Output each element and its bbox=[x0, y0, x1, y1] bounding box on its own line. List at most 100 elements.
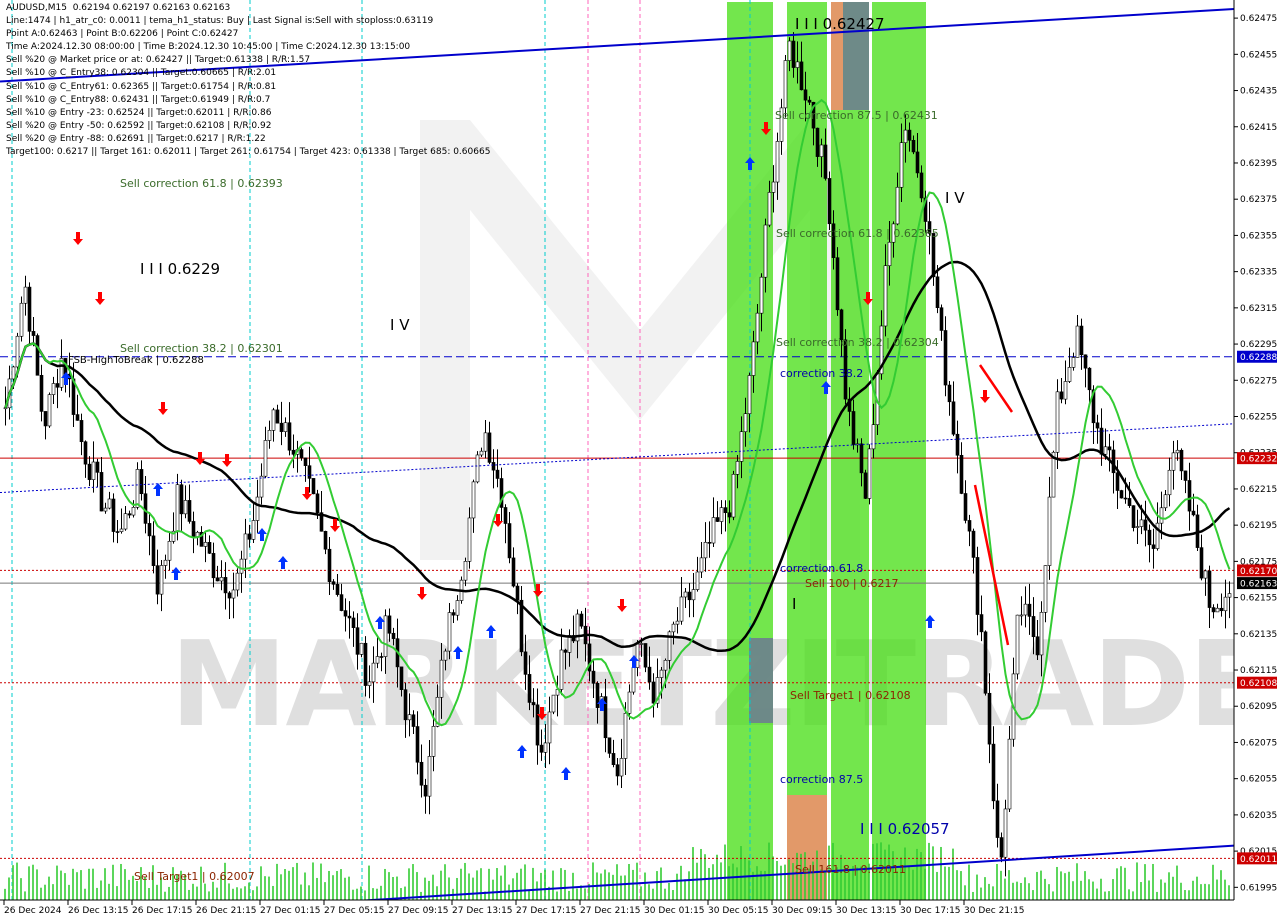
candle-body bbox=[783, 60, 788, 109]
chart-annotation: Sell Target1 | 0.62007 bbox=[134, 870, 255, 883]
volume-bar bbox=[920, 852, 922, 900]
volume-bar bbox=[80, 870, 82, 900]
candle-body bbox=[895, 186, 900, 225]
candle-body bbox=[367, 681, 372, 686]
candle-body bbox=[211, 553, 216, 579]
volume-bar bbox=[468, 873, 470, 900]
candle-body bbox=[899, 142, 904, 188]
sell-arrow-icon bbox=[617, 599, 627, 612]
volume-bar bbox=[944, 866, 946, 900]
candle-body bbox=[1151, 544, 1156, 549]
volume-bar bbox=[204, 883, 206, 900]
chart-annotation: I V bbox=[945, 189, 965, 207]
volume-bar bbox=[800, 853, 802, 900]
chart-annotation: Sell correction 87.5 | 0.62431 bbox=[775, 109, 938, 122]
candle-body bbox=[915, 151, 920, 174]
volume-bar bbox=[544, 869, 546, 900]
volume-bar bbox=[776, 860, 778, 900]
volume-bar bbox=[296, 862, 298, 900]
candle-body bbox=[375, 656, 380, 664]
candle-body bbox=[487, 432, 492, 463]
price-tick-label: 0.62455 bbox=[1240, 50, 1277, 60]
candle-body bbox=[775, 141, 780, 183]
volume-bar bbox=[100, 880, 102, 900]
volume-bar bbox=[680, 865, 682, 900]
chart-annotation: Sell correction 38.2 | 0.62304 bbox=[776, 336, 939, 349]
volume-bar bbox=[380, 885, 382, 900]
volume-bar bbox=[332, 875, 334, 900]
candle-body bbox=[511, 557, 516, 587]
volume-bar bbox=[688, 871, 690, 900]
price-tick-label: 0.62395 bbox=[1240, 159, 1277, 169]
candle-body bbox=[231, 589, 236, 599]
chart-annotation: I V bbox=[390, 316, 410, 334]
candle-body bbox=[1147, 529, 1152, 546]
sell-arrow-icon bbox=[980, 390, 990, 403]
candle-body bbox=[355, 627, 360, 655]
candle-body bbox=[139, 469, 144, 495]
candle-body bbox=[1075, 325, 1080, 358]
volume-bar bbox=[1112, 879, 1114, 900]
volume-bar bbox=[1036, 871, 1038, 900]
candle-body bbox=[255, 496, 260, 521]
volume-bar bbox=[1048, 884, 1050, 900]
volume-bar bbox=[344, 877, 346, 900]
volume-bar bbox=[1200, 884, 1202, 900]
volume-bar bbox=[368, 865, 370, 900]
candle-body bbox=[1119, 490, 1124, 499]
info-line: Sell %10 @ C_Entry88: 0.62431 || Target:… bbox=[6, 94, 271, 105]
candle-body bbox=[883, 265, 888, 327]
candle-body bbox=[87, 463, 92, 480]
volume-bar bbox=[772, 856, 774, 900]
candle-body bbox=[415, 726, 420, 763]
candle-body bbox=[491, 462, 496, 471]
volume-bar bbox=[216, 887, 218, 900]
candle-body bbox=[451, 612, 456, 616]
candle-body bbox=[11, 366, 16, 380]
volume-bar bbox=[992, 886, 994, 900]
chart-container[interactable]: MARKETZITRADE I I I 0.62427 Sell correctio… bbox=[0, 0, 1280, 920]
volume-bar bbox=[60, 870, 62, 900]
candle-body bbox=[175, 484, 180, 532]
candle-body bbox=[955, 433, 960, 456]
volume-bar bbox=[840, 854, 842, 900]
volume-bar bbox=[284, 869, 286, 900]
volume-bar bbox=[672, 890, 674, 900]
candle-body bbox=[447, 612, 452, 652]
candle-body bbox=[1059, 391, 1064, 400]
candle-body bbox=[991, 743, 996, 802]
volume-bar bbox=[936, 871, 938, 900]
candle-body bbox=[387, 615, 392, 634]
candle-body bbox=[223, 577, 228, 594]
candle-body bbox=[1099, 427, 1104, 455]
volume-bar bbox=[64, 873, 66, 900]
candle-body bbox=[623, 713, 628, 759]
volume-bar bbox=[1228, 885, 1230, 900]
candle-body bbox=[911, 140, 916, 153]
candle-body bbox=[275, 409, 280, 424]
candle-body bbox=[183, 500, 188, 515]
volume-bar bbox=[748, 860, 750, 900]
candle-body bbox=[1111, 449, 1116, 474]
candle-body bbox=[535, 704, 540, 746]
candle-body bbox=[1191, 510, 1196, 516]
candle-body bbox=[1067, 367, 1072, 382]
info-line: Line:1474 | h1_atr_c0: 0.0011 | tema_h1_… bbox=[6, 16, 434, 27]
price-tick-label: 0.62275 bbox=[1240, 376, 1277, 386]
candle-body bbox=[1175, 449, 1180, 454]
volume-bar bbox=[76, 872, 78, 900]
time-tick-label: 27 Dec 01:15 bbox=[260, 906, 321, 916]
volume-bar bbox=[576, 888, 578, 900]
candle-body bbox=[863, 472, 868, 499]
candle-body bbox=[679, 596, 684, 622]
candle-body bbox=[919, 172, 924, 199]
time-tick-label: 30 Dec 17:15 bbox=[900, 906, 961, 916]
candle-body bbox=[79, 420, 84, 443]
candle-body bbox=[515, 585, 520, 601]
volume-bar bbox=[12, 865, 14, 900]
volume-bar bbox=[640, 886, 642, 900]
candle-body bbox=[1079, 325, 1084, 356]
volume-bar bbox=[40, 887, 42, 900]
candle-body bbox=[115, 531, 120, 533]
candle-body bbox=[131, 507, 136, 516]
